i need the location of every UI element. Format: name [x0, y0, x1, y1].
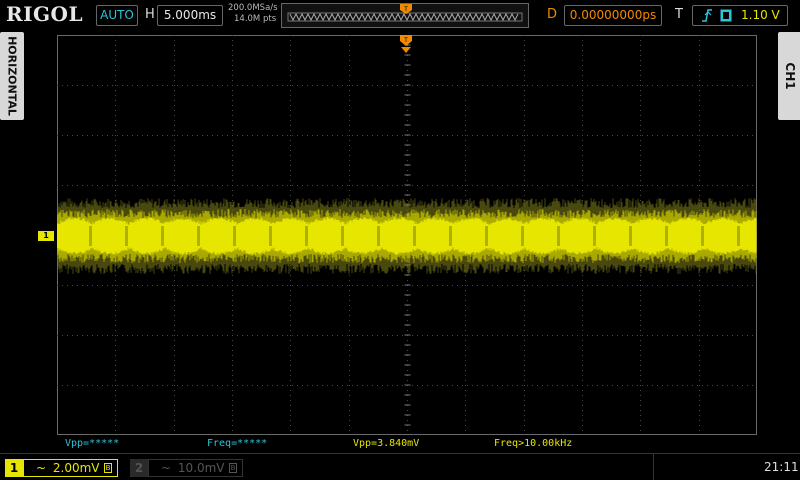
trigger-source-icon [720, 9, 732, 22]
coupling-ac-icon: ~ [36, 461, 47, 475]
ch1-tab-label: CH1 [783, 62, 797, 90]
horizontal-tab-label: HORIZONTAL [5, 36, 19, 116]
horizontal-menu-tab[interactable]: HORIZONTAL [0, 32, 24, 120]
delay-label: D [547, 7, 558, 22]
trigger-mode-indicator[interactable]: AUTO [96, 5, 138, 26]
svg-text:T: T [403, 6, 408, 13]
ch2-scale-box[interactable]: ~ 10.0mV B [148, 459, 243, 477]
ch1-ground-marker[interactable]: 1 [38, 231, 54, 241]
bandwidth-limit-icon: B [229, 463, 237, 473]
svg-text:T: T [403, 37, 408, 44]
measurement-bar: Vpp=***** Freq=***** Vpp=3.840mV Freq>10… [57, 437, 757, 451]
ch1-waveform [57, 198, 757, 274]
system-clock: 21:11 [764, 460, 799, 474]
measurement-freq-inactive: Freq=***** [207, 438, 268, 449]
memory-depth-readout: 14.0M pts [234, 14, 277, 24]
trigger-edge-rising-icon [702, 9, 712, 22]
channel-status-bar: 1 ~ 2.00mV B 2 ~ 10.0mV B 21:11 [0, 453, 800, 480]
ch1-scale-box[interactable]: ~ 2.00mV B [23, 459, 118, 477]
bandwidth-limit-icon: B [104, 463, 112, 473]
top-status-bar: RIGOL AUTO H 5.000ms 200.0MSa/s 14.0M pt… [0, 0, 800, 30]
measurement-freq-ch1: Freq>10.00kHz [494, 438, 573, 449]
ch1-number-badge[interactable]: 1 [5, 459, 23, 477]
measurement-vpp-inactive: Vpp=***** [65, 438, 120, 449]
ch2-vertical-scale: 10.0mV [177, 461, 225, 475]
horizontal-delay-readout[interactable]: 0.00000000ps [564, 5, 662, 26]
coupling-ac-icon: ~ [161, 461, 172, 475]
horizontal-label: H [145, 7, 155, 22]
timebase-readout[interactable]: 5.000ms [157, 5, 223, 26]
ch2-number-badge[interactable]: 2 [130, 459, 148, 477]
trigger-level-value: 1.10 V [741, 8, 780, 22]
trigger-position-icon: T [400, 35, 412, 53]
trigger-settings-readout[interactable]: 1.10 V [692, 5, 788, 26]
ch1-menu-tab[interactable]: CH1 [778, 32, 800, 120]
acquisition-info: 200.0MSa/s 14.0M pts [228, 3, 278, 25]
divider [653, 454, 654, 480]
brand-logo: RIGOL [6, 2, 84, 26]
measurement-vpp-ch1: Vpp=3.840mV [353, 438, 420, 449]
sample-rate-readout: 200.0MSa/s [228, 3, 278, 13]
waveform-display[interactable]: T [57, 35, 757, 435]
trigger-label: T [675, 7, 683, 22]
ch1-vertical-scale: 2.00mV [52, 461, 100, 475]
memory-overview-bar[interactable]: T [281, 3, 529, 28]
memory-overview-waveform: T [287, 4, 523, 22]
